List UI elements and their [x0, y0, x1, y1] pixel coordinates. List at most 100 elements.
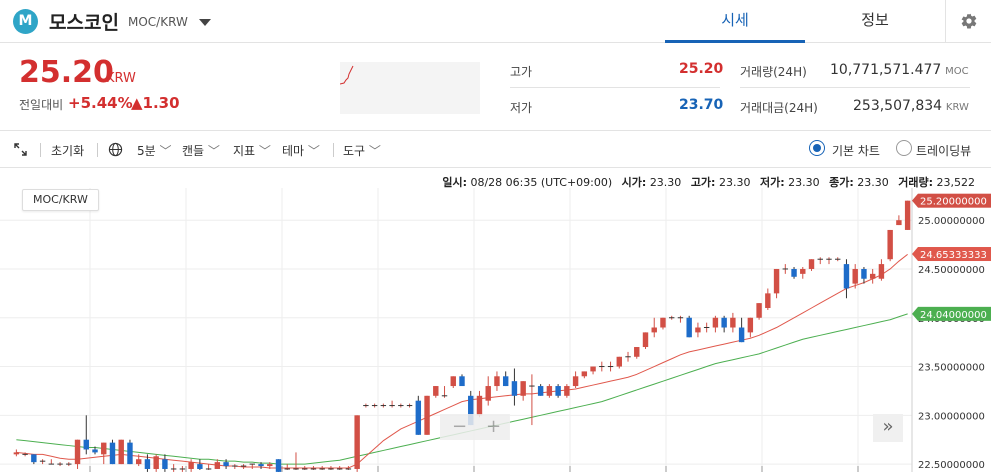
y-tick-label: 25.00000000	[918, 216, 985, 227]
candle-body	[616, 356, 622, 367]
interval-label: 5분	[137, 144, 156, 158]
basic-chart-radio[interactable]	[809, 140, 825, 156]
scroll-to-latest-button[interactable]: »	[873, 414, 903, 442]
volume-unit: MOC	[945, 66, 969, 77]
low-label: 저가	[510, 101, 533, 115]
interval-select[interactable]: 5분 ﹀	[137, 142, 172, 159]
chart-toolbar: 초기화 5분 ﹀ 캔들 ﹀ 지표 ﹀ 테마 ﹀ 도구 ﹀ 기본 차트 트레이딩뷰	[0, 131, 991, 168]
candle-body	[267, 464, 273, 467]
tab-info[interactable]: 정보	[805, 0, 945, 43]
candle-body	[572, 376, 579, 387]
coin-name[interactable]: 모스코인	[49, 8, 119, 35]
candle-body	[852, 268, 858, 284]
candle-body	[153, 456, 159, 469]
tools-select[interactable]: 도구 ﹀	[343, 142, 381, 159]
candle-body	[197, 464, 203, 469]
candle-body	[275, 459, 282, 472]
volume-value: 10,771,571.477	[830, 62, 942, 78]
candle-body	[537, 386, 544, 396]
candle-body	[433, 386, 439, 396]
tab-price[interactable]: 시세	[665, 0, 805, 43]
divider	[740, 87, 970, 88]
divider	[97, 143, 98, 157]
candle-select[interactable]: 캔들 ﹀	[182, 142, 220, 159]
y-tick-label: 23.50000000	[918, 363, 985, 374]
candle-body	[765, 293, 771, 308]
chevron-down-icon[interactable]	[199, 19, 211, 26]
candle-body	[92, 449, 98, 453]
change-label: 전일대비	[19, 98, 64, 112]
candle-body	[791, 268, 797, 277]
indicator-label: 지표	[233, 144, 256, 158]
candle-body	[13, 452, 20, 455]
candle-body	[459, 376, 465, 387]
candle-body	[144, 459, 151, 469]
zoom-out-icon[interactable]: −	[452, 416, 467, 437]
candle-body	[520, 381, 526, 396]
candle-body	[747, 317, 754, 333]
candle-body	[31, 454, 37, 463]
y-tick-label: 22.50000000	[918, 460, 985, 471]
y-tick-label: 23.00000000	[918, 411, 985, 422]
candle-body	[494, 376, 500, 387]
basic-chart-label[interactable]: 기본 차트	[832, 142, 880, 159]
candle-body	[642, 332, 649, 348]
candle-body	[74, 439, 81, 465]
candle-body	[415, 400, 422, 435]
candle-body	[695, 327, 701, 333]
candle-body	[476, 395, 483, 416]
candle-body	[686, 317, 692, 338]
tools-label: 도구	[343, 144, 366, 158]
candle-body	[756, 303, 762, 318]
divider	[510, 87, 720, 88]
candle-body	[188, 462, 194, 469]
candle-body	[887, 229, 893, 260]
candle-body	[555, 386, 561, 396]
candle-body	[712, 317, 719, 328]
candle-body	[223, 462, 229, 467]
last-price-tag: 25.20000000	[920, 197, 987, 208]
candle-body	[118, 439, 124, 465]
candle-body	[878, 264, 885, 279]
theme-select[interactable]: 테마 ﹀	[282, 142, 320, 159]
candle-body	[634, 347, 640, 357]
candle-body	[564, 386, 570, 396]
current-price: 25.20	[19, 55, 114, 90]
volume-label: 거래량(24H)	[740, 65, 807, 79]
candle-body	[258, 464, 264, 467]
candle-body	[660, 317, 666, 328]
coin-pair[interactable]: MOC/KRW	[128, 15, 188, 29]
tradingview-radio[interactable]	[896, 140, 912, 156]
candle-body	[730, 317, 736, 328]
candle-body	[800, 268, 806, 274]
candle-body	[511, 381, 518, 396]
reset-button[interactable]: 초기화	[51, 142, 84, 159]
candle-body	[738, 327, 745, 343]
candle-body	[214, 462, 221, 469]
candle-body	[896, 220, 902, 226]
candle-body	[135, 459, 142, 465]
candle-body	[127, 442, 133, 465]
candle-body	[590, 366, 596, 372]
globe-icon[interactable]	[108, 142, 123, 157]
change-amount: ▲1.30	[131, 94, 180, 112]
zoom-in-icon[interactable]: +	[486, 416, 501, 437]
chevron-down-icon: ﹀	[207, 144, 220, 158]
candle-body	[869, 273, 876, 279]
high-label: 고가	[510, 65, 533, 79]
trade-amount-unit: KRW	[945, 102, 969, 113]
tradingview-label[interactable]: 트레이딩뷰	[916, 142, 971, 159]
chevron-down-icon: ﹀	[159, 144, 172, 158]
high-value: 25.20	[679, 61, 724, 77]
settings-button[interactable]	[945, 0, 991, 43]
trade-amount-value: 253,507,834	[853, 98, 943, 114]
zoom-controls: − +	[440, 414, 510, 440]
price-chart[interactable]: 일시: 08/28 06:35 (UTC+09:00) 시가: 23.30 고가…	[0, 168, 991, 472]
ma-long-price-tag-arrow	[912, 306, 918, 321]
expand-icon[interactable]	[14, 143, 27, 156]
candle-body	[861, 268, 867, 279]
indicator-select[interactable]: 지표 ﹀	[233, 142, 271, 159]
candle-body	[546, 386, 553, 396]
candle-body	[83, 439, 89, 450]
candle-label: 캔들	[182, 144, 205, 158]
